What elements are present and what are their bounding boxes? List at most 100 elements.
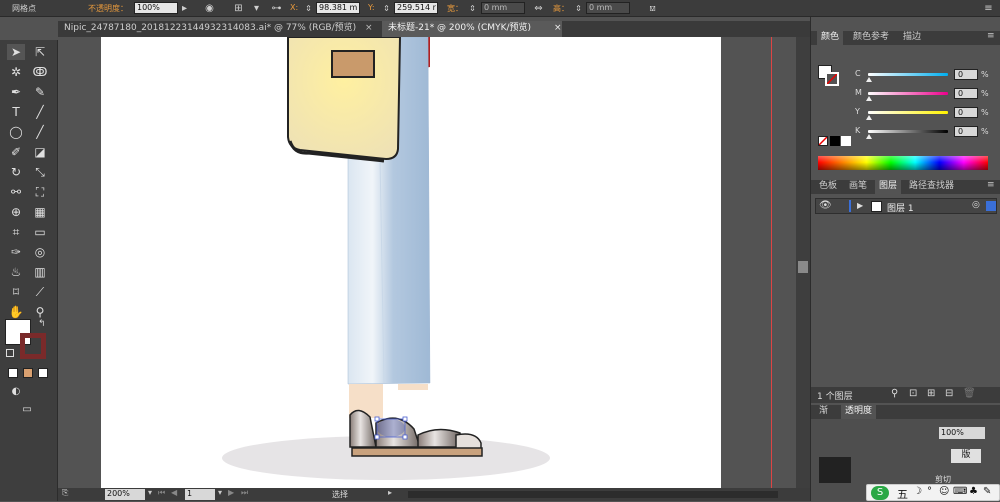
keyboard-icon[interactable]: ⌨: [953, 486, 967, 497]
slider-track-c[interactable]: [868, 73, 948, 76]
zoom-field[interactable]: 200%: [105, 489, 145, 500]
slider-knob-k[interactable]: [866, 134, 872, 139]
slider-track-y[interactable]: [868, 111, 948, 114]
color-spectrum[interactable]: [818, 156, 988, 170]
tab-color[interactable]: 颜色: [817, 31, 844, 45]
slider-track-m[interactable]: [868, 92, 948, 95]
scale-tool-icon[interactable]: ⤡: [31, 164, 49, 180]
width-stepper-icon[interactable]: ⇕: [466, 2, 479, 15]
slider-value-k[interactable]: 0: [954, 126, 978, 137]
tab-color-guide[interactable]: 颜色参考: [849, 31, 893, 45]
opacity-dropdown-arrow-icon[interactable]: ▸: [178, 2, 191, 15]
slider-knob-c[interactable]: [866, 77, 872, 82]
align-dropdown-icon[interactable]: ▾: [250, 2, 263, 15]
previous-artboard-icon[interactable]: ◀: [171, 488, 177, 497]
none-mode-icon[interactable]: [38, 368, 48, 378]
lasso-tool-icon[interactable]: ↂ: [31, 64, 49, 80]
none-swatch-icon[interactable]: [818, 136, 828, 146]
vertical-scrollbar[interactable]: [796, 37, 810, 488]
tab-close-icon[interactable]: ×: [365, 21, 373, 36]
slice-tool-icon[interactable]: ⟋: [31, 284, 49, 300]
opacity-label[interactable]: 不透明度：: [88, 3, 128, 14]
column-graph-tool-icon[interactable]: ▥: [31, 264, 49, 280]
make-mask-button[interactable]: 版: [951, 449, 981, 463]
expand-arrow-icon[interactable]: ▶: [857, 201, 863, 210]
scrollbar-thumb[interactable]: [798, 261, 808, 273]
free-transform-tool-icon[interactable]: ⛶: [31, 184, 49, 200]
eyedropper-tool-icon[interactable]: ✑: [7, 244, 25, 260]
document-tab-nipic[interactable]: Nipic_24787180_20181223144932314083.ai* …: [58, 21, 378, 37]
clipping-mask-icon[interactable]: ⊡: [909, 388, 917, 399]
new-sublayer-icon[interactable]: ⊞: [927, 388, 935, 399]
line-segment-tool-icon[interactable]: ╱: [31, 104, 49, 120]
paintbrush-tool-icon[interactable]: ╱: [31, 124, 49, 140]
zoom-tool-icon[interactable]: ⚲: [31, 304, 49, 320]
constrain-proportions-icon[interactable]: ⇔: [532, 2, 545, 15]
pen-tool-icon[interactable]: ✒: [7, 84, 25, 100]
status-menu-icon[interactable]: ▸: [388, 488, 392, 497]
artboard-tool-icon[interactable]: ⌑: [7, 284, 25, 300]
moon-icon[interactable]: ☽: [913, 486, 922, 497]
panel-stroke-swatch[interactable]: [825, 72, 839, 86]
skin-icon[interactable]: ♣: [969, 486, 978, 497]
slider-value-m[interactable]: 0: [954, 88, 978, 99]
height-stepper-icon[interactable]: ⇕: [572, 2, 585, 15]
layer-name[interactable]: 图层 1: [887, 201, 914, 214]
selection-indicator[interactable]: [986, 201, 996, 211]
direct-selection-tool-icon[interactable]: ⇱: [31, 44, 49, 60]
pencil-tool-icon[interactable]: ✐: [7, 144, 25, 160]
type-tool-icon[interactable]: T: [7, 104, 25, 120]
width-tool-icon[interactable]: ⚯: [7, 184, 25, 200]
symbol-sprayer-tool-icon[interactable]: ♨: [7, 264, 25, 280]
reference-point-icon[interactable]: ⊶: [270, 2, 283, 15]
curvature-tool-icon[interactable]: ✎: [31, 84, 49, 100]
canvas-area[interactable]: [58, 37, 796, 488]
horizontal-scrollbar[interactable]: [408, 491, 778, 498]
panel-menu-icon[interactable]: ≡: [987, 180, 995, 190]
punctuation-icon[interactable]: °: [927, 486, 932, 497]
tab-gradient[interactable]: 渐: [815, 405, 832, 419]
last-artboard-icon[interactable]: ⏭: [241, 488, 248, 498]
gradient-mode-icon[interactable]: [23, 368, 33, 378]
artboard-number-field[interactable]: 1: [185, 489, 215, 500]
rotate-tool-icon[interactable]: ↻: [7, 164, 25, 180]
transparency-opacity-field[interactable]: 100%: [939, 427, 985, 439]
selection-tool-icon[interactable]: ➤: [7, 44, 25, 60]
transform-icon[interactable]: ⟏: [646, 2, 659, 15]
x-field[interactable]: 98.381 m: [316, 2, 360, 14]
tab-pathfinder[interactable]: 路径查找器: [905, 180, 958, 194]
align-grid-icon[interactable]: ⊞: [232, 2, 245, 15]
export-icon[interactable]: ⎘: [62, 488, 68, 498]
document-tab-untitled[interactable]: 未标题-21* @ 200% (CMYK/预览): [382, 21, 562, 37]
artboard-dropdown-icon[interactable]: ▾: [218, 488, 222, 497]
panel-menu-icon[interactable]: ≡: [982, 2, 995, 15]
layer-row[interactable]: 👁 ▶ 图层 1 ◎: [815, 198, 997, 214]
slider-knob-y[interactable]: [866, 115, 872, 120]
color-mode-icon[interactable]: [8, 368, 18, 378]
opacity-field[interactable]: 100%: [134, 2, 178, 14]
white-swatch[interactable]: [841, 136, 851, 146]
mesh-tool-icon[interactable]: ⌗: [7, 224, 25, 240]
illustration[interactable]: [58, 37, 796, 488]
tab-transparency[interactable]: 透明度: [841, 405, 877, 419]
swap-fill-stroke-icon[interactable]: ↰: [38, 319, 46, 329]
black-swatch[interactable]: [830, 136, 840, 146]
ime-mode-label[interactable]: 五: [897, 486, 908, 502]
default-fill-stroke-icon[interactable]: [6, 349, 14, 357]
settings-wrench-icon[interactable]: ✎: [983, 486, 991, 497]
tab-stroke[interactable]: 描边: [899, 31, 925, 45]
ime-logo-icon[interactable]: S: [871, 486, 889, 500]
stroke-swatch[interactable]: [20, 333, 46, 359]
tab-close-icon[interactable]: ×: [554, 21, 562, 36]
screen-mode-icon[interactable]: ▭: [18, 402, 36, 418]
first-artboard-icon[interactable]: ⏮: [158, 488, 165, 498]
emoji-icon[interactable]: ☺: [939, 486, 949, 497]
blend-tool-icon[interactable]: ◎: [31, 244, 49, 260]
zoom-dropdown-icon[interactable]: ▾: [148, 488, 152, 497]
panel-menu-icon[interactable]: ≡: [987, 31, 995, 41]
target-icon[interactable]: ◎: [972, 200, 980, 210]
visibility-eye-icon[interactable]: 👁: [819, 200, 832, 211]
hand-tool-icon[interactable]: ✋: [7, 304, 25, 320]
height-field[interactable]: 0 mm: [586, 2, 630, 14]
magic-wand-tool-icon[interactable]: ✲: [7, 64, 25, 80]
